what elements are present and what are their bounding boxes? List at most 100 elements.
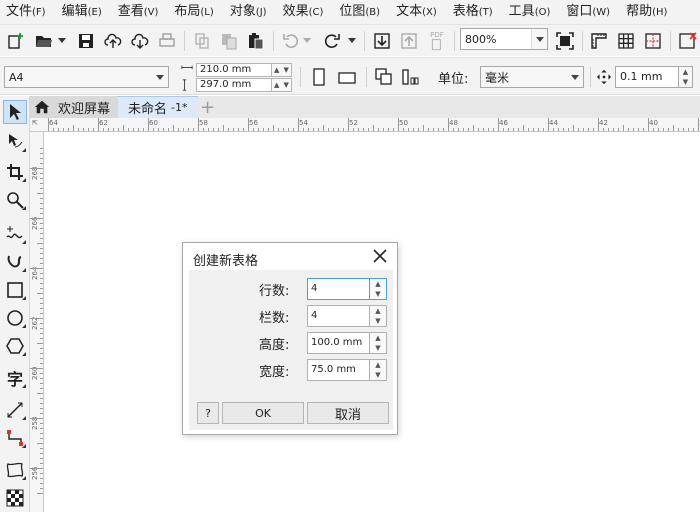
snap-off-button[interactable] [676, 29, 700, 53]
spin-down-icon[interactable]: ▼ [370, 343, 386, 353]
menu-effects[interactable]: 效果 (C) [283, 0, 324, 24]
columns-input[interactable]: 4 [307, 305, 370, 327]
connector-tool[interactable] [3, 426, 27, 450]
crop-tool[interactable] [3, 160, 27, 184]
height-stepper[interactable]: 100.0 mm ▲ ▼ [307, 332, 387, 354]
nudge-spinner[interactable]: ▲ ▼ [679, 66, 693, 88]
spin-down-icon[interactable]: ▼ [370, 316, 386, 326]
menu-window[interactable]: 窗口 (W) [566, 0, 610, 24]
print-button[interactable] [155, 29, 179, 53]
shape-tool[interactable] [3, 130, 27, 154]
spin-down-icon[interactable]: ▼ [370, 289, 386, 299]
paste-button[interactable] [244, 29, 268, 53]
polygon-tool[interactable] [3, 334, 27, 358]
spin-down-icon[interactable]: ▼ [282, 79, 292, 91]
ok-button[interactable]: OK [222, 402, 304, 424]
zoom-tool[interactable] [3, 188, 27, 212]
menu-bitmaps[interactable]: 位图 (B) [339, 0, 380, 24]
rows-stepper[interactable]: 4 ▲ ▼ [307, 278, 387, 300]
menu-tools[interactable]: 工具 (O) [509, 0, 551, 24]
width-spinner[interactable]: ▲ ▼ [370, 359, 387, 381]
dimension-tool[interactable] [3, 398, 27, 422]
cancel-button[interactable]: 取消 [307, 402, 389, 424]
rectangle-tool[interactable] [3, 278, 27, 302]
spin-up-icon[interactable]: ▲ [370, 279, 386, 289]
tab-welcome-screen[interactable]: 欢迎屏幕 [30, 96, 119, 118]
undo-button[interactable] [279, 29, 303, 53]
menu-table[interactable]: 表格 (T) [453, 0, 493, 24]
redo-button[interactable] [320, 29, 344, 53]
full-screen-button[interactable] [553, 29, 577, 53]
close-button[interactable] [371, 247, 389, 265]
portrait-button[interactable] [308, 66, 330, 88]
guidelines-toggle-button[interactable] [641, 29, 665, 53]
rows-input[interactable]: 4 [307, 278, 370, 300]
cut-button[interactable] [190, 29, 214, 53]
transparency-tool[interactable] [3, 486, 27, 510]
horizontal-ruler[interactable]: ⇱ 646260585654525048464442403 [30, 118, 700, 132]
envelope-tool[interactable] [3, 458, 27, 482]
height-input[interactable]: 100.0 mm [307, 332, 370, 354]
height-spinner[interactable]: ▲ ▼ [370, 332, 387, 354]
menu-object[interactable]: 对象 (J) [230, 0, 267, 24]
import-button[interactable] [370, 29, 394, 53]
units-select[interactable]: 毫米 [480, 66, 584, 88]
spin-down-icon[interactable]: ▼ [282, 64, 292, 76]
spin-down-icon[interactable]: ▼ [370, 370, 386, 380]
vertical-ruler[interactable]: 268 266 264 262 260 258 256 [30, 132, 44, 512]
page-width-input[interactable]: 210.0 mm [196, 63, 272, 77]
menu-layout[interactable]: 布局 (L) [174, 0, 213, 24]
spin-up-icon[interactable]: ▲ [272, 64, 282, 76]
page-height-input[interactable]: 297.0 mm [196, 78, 272, 92]
columns-stepper[interactable]: 4 ▲ ▼ [307, 305, 387, 327]
columns-spinner[interactable]: ▲ ▼ [370, 305, 387, 327]
zoom-dropdown-arrow-icon[interactable] [531, 29, 547, 49]
artistic-media-tool[interactable] [3, 250, 27, 274]
width-stepper[interactable]: 75.0 mm ▲ ▼ [307, 359, 387, 381]
pick-tool[interactable] [3, 100, 27, 124]
nudge-distance-input[interactable]: 0.1 mm [615, 66, 679, 88]
rows-spinner[interactable]: ▲ ▼ [370, 278, 387, 300]
spin-up-icon[interactable]: ▲ [370, 360, 386, 370]
freehand-tool[interactable] [3, 222, 27, 246]
menu-help[interactable]: 帮助 (H) [626, 0, 667, 24]
redo-dropdown-caret[interactable] [348, 38, 356, 43]
new-document-button[interactable] [4, 29, 28, 53]
page-size-dropdown-arrow-icon[interactable] [152, 67, 168, 87]
menu-edit[interactable]: 编辑 (E) [62, 0, 102, 24]
tab-untitled-document[interactable]: 未命名 -1* [118, 96, 198, 118]
page-size-select[interactable]: A4 [4, 66, 169, 88]
add-tab-button[interactable]: + [198, 96, 218, 118]
cloud-download-button[interactable] [128, 29, 152, 53]
export-button[interactable] [397, 29, 421, 53]
landscape-button[interactable] [336, 66, 358, 88]
spin-up-icon[interactable]: ▲ [679, 67, 692, 77]
text-tool[interactable]: 字 [3, 366, 27, 390]
units-dropdown-arrow-icon[interactable] [567, 67, 583, 87]
grid-toggle-button[interactable] [614, 29, 638, 53]
page-height-spinner[interactable]: ▲ ▼ [272, 78, 292, 92]
save-button[interactable] [74, 29, 98, 53]
spin-up-icon[interactable]: ▲ [370, 333, 386, 343]
menu-view[interactable]: 查看 (V) [118, 0, 159, 24]
copy-button[interactable] [217, 29, 241, 53]
undo-dropdown-caret[interactable] [303, 38, 311, 43]
spin-up-icon[interactable]: ▲ [272, 79, 282, 91]
ruler-corner-icon[interactable]: ⇱ [32, 119, 38, 127]
width-input[interactable]: 75.0 mm [307, 359, 370, 381]
publish-pdf-button[interactable]: PDF [425, 29, 449, 53]
spin-up-icon[interactable]: ▲ [370, 306, 386, 316]
ellipse-tool[interactable] [3, 306, 27, 330]
zoom-level-select[interactable]: 800% [460, 28, 548, 50]
cloud-upload-button[interactable] [101, 29, 125, 53]
open-dropdown-caret[interactable] [58, 38, 66, 43]
current-page-button[interactable] [400, 66, 422, 88]
all-pages-button[interactable] [373, 66, 395, 88]
open-button[interactable] [32, 29, 56, 53]
help-button[interactable]: ? [197, 402, 219, 424]
spin-down-icon[interactable]: ▼ [679, 77, 692, 87]
menu-text[interactable]: 文本 (X) [396, 0, 437, 24]
menu-file[interactable]: 文件 (F) [6, 0, 46, 24]
rulers-toggle-button[interactable] [587, 29, 611, 53]
page-width-spinner[interactable]: ▲ ▼ [272, 63, 292, 77]
